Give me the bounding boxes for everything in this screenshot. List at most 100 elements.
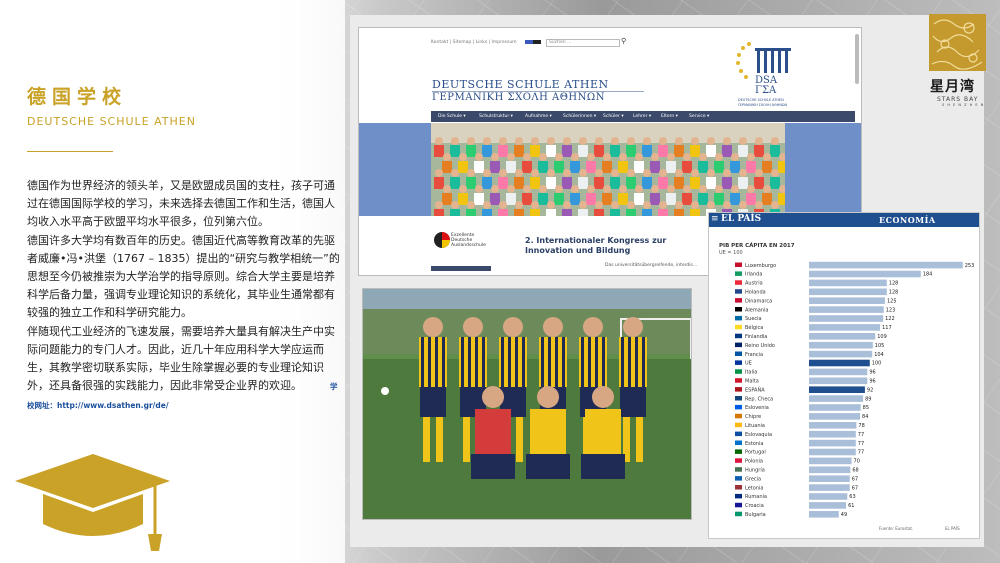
- bar: [809, 502, 847, 509]
- country-flag-icon: [735, 493, 742, 499]
- value-label: 70: [854, 459, 860, 465]
- value-label: 68: [852, 468, 858, 474]
- students-photo: [431, 123, 785, 216]
- value-label: 67: [852, 476, 858, 482]
- value-label: 96: [869, 379, 875, 385]
- news-subline: Das universitätsübergreifende, interdis.…: [605, 263, 698, 268]
- scrollbar[interactable]: [855, 34, 859, 84]
- school-name-gr: ΓΕΡΜΑΝΙΚΗ ΣΧΟΛΗ ΑΘΗΝΩΝ: [432, 92, 605, 103]
- title-divider: [27, 151, 113, 152]
- value-label: 77: [858, 450, 864, 456]
- value-label: 77: [858, 441, 864, 447]
- paragraph-2: 德国许多大学均有数百年的历史。德国近代高等教育改革的先驱者威廉•冯•洪堡（176…: [27, 233, 340, 320]
- dsa-logo-text-gr: ΓΣΑ: [755, 85, 777, 96]
- value-label: 128: [889, 290, 899, 296]
- search-icon[interactable]: ⚲: [621, 37, 626, 45]
- category-label: ESPAÑA: [745, 386, 765, 393]
- news-headline[interactable]: 2. Internationaler Kongress zur Innovati…: [525, 236, 715, 256]
- country-flag-icon: [735, 333, 742, 339]
- category-label: Chipre: [745, 414, 761, 420]
- bar: [809, 484, 850, 491]
- nav-item-die-schule[interactable]: Die Schule ▾: [438, 114, 466, 119]
- country-flag-icon: [735, 467, 742, 472]
- brand-name-cn: 星月湾: [930, 79, 975, 95]
- category-label: Grecia: [745, 476, 761, 482]
- nav-item-schulstruktur[interactable]: Schulstruktur ▾: [479, 114, 513, 119]
- news-tab-bar: [431, 266, 491, 271]
- category-label: Dinamarca: [745, 298, 772, 304]
- nav-item-aufnahme[interactable]: Aufnahme ▾: [525, 114, 552, 119]
- body-text: 德国作为世界经济的领头羊，又是欧盟成员国的支柱，孩子可通过在德国国际学校的学习，…: [27, 177, 342, 416]
- country-flag-icon: [735, 342, 742, 348]
- chart-subtitle: UE = 100: [719, 250, 743, 256]
- bar: [809, 386, 865, 393]
- country-flag-icon: [735, 440, 742, 445]
- value-label: 96: [869, 370, 875, 376]
- category-label: Finlandia: [745, 334, 767, 340]
- value-label: 122: [885, 316, 895, 322]
- graduation-cap-icon: [15, 454, 170, 551]
- bar: [809, 350, 873, 358]
- menu-icon[interactable]: ≡: [711, 214, 719, 224]
- value-label: 78: [858, 423, 864, 429]
- paragraph-3-text: 伴随现代工业经济的飞速发展，需要培养大量具有解决生产中实际问题能力的专门人才。因…: [27, 324, 335, 393]
- value-label: 184: [923, 272, 933, 278]
- value-label: 105: [875, 343, 885, 349]
- category-label: Rumanía: [745, 493, 767, 500]
- chart-source: Fuente: Eurostat.: [879, 526, 914, 531]
- category-label: Eslovaquia: [745, 432, 772, 438]
- excellence-seal-icon: [434, 232, 450, 248]
- excellence-line-3: Auslandsschule: [451, 243, 486, 248]
- stars-bay-logo-icon: [929, 14, 986, 71]
- country-flag-icon: [735, 449, 742, 454]
- bar: [809, 306, 884, 313]
- football-team-photo: [362, 288, 692, 520]
- category-label: Irlanda: [745, 272, 762, 278]
- bar: [809, 315, 884, 322]
- value-label: 128: [889, 281, 899, 287]
- nav-item-lehrer[interactable]: Lehrer ▾: [633, 114, 651, 119]
- country-flag-icon: [735, 413, 742, 419]
- bar: [809, 511, 839, 518]
- paragraph-1: 德国作为世界经济的领头羊，又是欧盟成员国的支柱，孩子可通过在德国国际学校的学习，…: [27, 179, 335, 229]
- category-label: Croacia: [745, 503, 764, 509]
- bar: [809, 261, 963, 269]
- bar: [809, 297, 885, 304]
- top-links[interactable]: Kontakt | Sitemap | Links | Impressum: [431, 40, 517, 45]
- slide: 德国学校 DEUTSCHE SCHULE ATHEN 德国作为世界经济的领头羊，…: [0, 0, 1000, 563]
- search-input[interactable]: Suchen ...: [546, 39, 620, 47]
- value-label: 63: [849, 494, 855, 500]
- bar: [809, 430, 856, 438]
- value-label: 85: [863, 405, 869, 411]
- country-flag-icon: [735, 485, 742, 490]
- value-label: 253: [965, 263, 975, 269]
- language-flags-icon[interactable]: [525, 40, 541, 44]
- nav-item-schueler[interactable]: Schüler ▾: [603, 114, 624, 119]
- nav-item-eltern[interactable]: Eltern ▾: [661, 114, 678, 119]
- country-flag-icon: [735, 307, 742, 312]
- bar: [809, 422, 857, 429]
- nav-item-service[interactable]: Service ▾: [689, 114, 709, 119]
- bar: [809, 395, 864, 402]
- category-label: Lituania: [745, 423, 765, 429]
- country-flag-icon: [735, 289, 742, 294]
- bar: [809, 359, 870, 367]
- section-label: ECONOMÍA: [879, 215, 936, 225]
- hero-side-left: [359, 123, 431, 216]
- nav-item-schuelerinnen[interactable]: Schülerinnen ▾: [563, 114, 596, 119]
- country-flag-icon: [735, 422, 742, 428]
- country-flag-icon: [735, 369, 742, 374]
- bar: [809, 333, 876, 340]
- excellence-label: Exzellente Deutsche Auslandsschule: [451, 233, 486, 248]
- category-label: Bulgaria: [745, 512, 766, 518]
- value-label: 117: [882, 325, 892, 331]
- bar: [809, 457, 852, 465]
- value-label: 123: [886, 307, 896, 313]
- masthead: EL PAÍS: [721, 214, 762, 224]
- value-label: 125: [887, 298, 897, 304]
- value-label: 109: [877, 334, 887, 340]
- value-label: 100: [872, 361, 882, 367]
- country-flag-icon: [735, 262, 742, 267]
- bar: [809, 413, 861, 420]
- category-label: Holanda: [745, 290, 766, 296]
